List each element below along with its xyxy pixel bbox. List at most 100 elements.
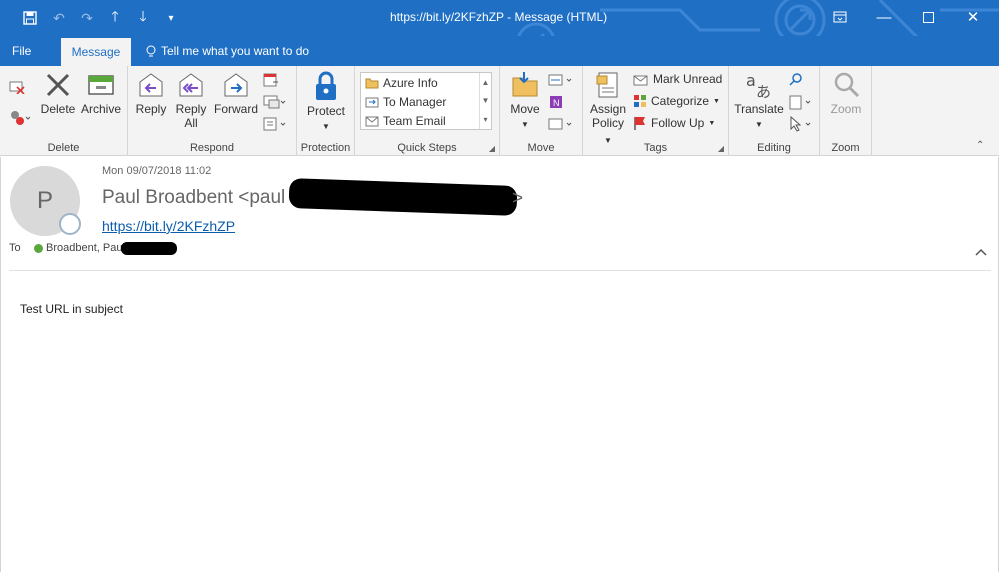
message-body: Test URL in subject: [20, 302, 123, 316]
group-label-protection: Protection: [300, 142, 351, 154]
save-icon[interactable]: [20, 9, 40, 27]
policy-icon: [596, 72, 618, 98]
close-button[interactable]: ✕: [955, 4, 991, 30]
zoom-icon: [834, 72, 860, 98]
rules-icon[interactable]: [548, 72, 574, 88]
follow-up-button[interactable]: Follow Up ▼: [633, 116, 715, 130]
recipient-name: Broadbent, Paul: [46, 242, 125, 254]
reply-all-label-1: Reply: [175, 102, 207, 116]
assign-policy-button[interactable]: Assign Policy ▼: [587, 70, 629, 148]
categorize-icon: [634, 95, 646, 107]
onenote-icon[interactable]: N: [548, 94, 564, 110]
more-icon[interactable]: ▾: [483, 115, 487, 124]
archive-button[interactable]: Archive: [80, 70, 122, 116]
translate-button[interactable]: aあ Translate ▼: [733, 70, 785, 132]
move-folder-icon: [512, 72, 538, 97]
lightbulb-icon: [146, 45, 156, 56]
ignore-icon[interactable]: [8, 78, 26, 94]
select-icon[interactable]: [789, 116, 813, 132]
delete-label: Delete: [40, 102, 76, 116]
more-respond-icon[interactable]: [263, 116, 287, 132]
quick-steps-scroll[interactable]: ▲ ▼ ▾: [479, 73, 491, 129]
protect-dropdown-icon: ▼: [322, 122, 330, 131]
mark-unread-label: Mark Unread: [653, 72, 723, 86]
move-dropdown-icon: ▼: [521, 120, 529, 129]
delete-icon: [46, 73, 70, 97]
maximize-button[interactable]: [910, 4, 946, 30]
related-icon[interactable]: [789, 94, 813, 110]
categorize-button[interactable]: Categorize ▼: [633, 94, 720, 108]
presence-status-icon: [59, 213, 81, 235]
quick-step-team-email[interactable]: Team Email: [361, 111, 491, 130]
mark-unread-icon: [633, 75, 648, 86]
tell-me-search[interactable]: Tell me what you want to do: [146, 44, 309, 58]
cleanup-icon[interactable]: [8, 110, 30, 126]
tab-message[interactable]: Message: [61, 38, 131, 66]
collapse-ribbon-icon[interactable]: ⌃: [976, 140, 984, 151]
to-label: To: [9, 242, 21, 254]
protect-button[interactable]: Protect ▼: [303, 70, 349, 134]
zoom-button[interactable]: Zoom: [824, 70, 868, 116]
svg-text:N: N: [553, 98, 560, 108]
scroll-up-icon[interactable]: ▲: [482, 78, 490, 87]
presence-available-icon: [34, 243, 43, 253]
group-editing: aあ Translate ▼ Editing: [729, 66, 820, 156]
tab-file[interactable]: File: [12, 44, 31, 58]
forward-button[interactable]: Forward: [212, 70, 260, 116]
quick-step-label: Team Email: [383, 113, 446, 128]
sender-name[interactable]: Paul Broadbent <paul: [102, 187, 285, 209]
window-title: https://bit.ly/2KFzhZP - Message (HTML): [390, 10, 608, 24]
header-divider: [9, 270, 991, 271]
actions-icon[interactable]: [548, 116, 574, 132]
delete-button[interactable]: Delete: [40, 70, 76, 116]
minimize-button[interactable]: —: [866, 4, 902, 30]
im-icon[interactable]: [263, 94, 287, 110]
message-reading-pane: P Mon 09/07/2018 11:02 Paul Broadbent <p…: [0, 157, 999, 572]
title-bar: ↶ ↷ 🡑 🡓 ▾ https://bit.ly/2KFzhZP - Messa…: [0, 0, 999, 36]
undo-icon[interactable]: ↶: [49, 9, 69, 27]
move-label: Move: [510, 102, 540, 116]
scroll-down-icon[interactable]: ▼: [482, 96, 490, 105]
lock-icon: [316, 71, 336, 100]
forward-icon: [224, 73, 248, 97]
subject-link[interactable]: https://bit.ly/2KFzhZP: [102, 218, 235, 234]
group-tags: Assign Policy ▼ Mark Unread Categorize ▼ …: [583, 66, 729, 156]
group-label-quick-steps: Quick Steps: [397, 142, 457, 154]
translate-dropdown-icon: ▼: [755, 120, 763, 129]
protect-label: Protect: [306, 104, 345, 118]
mark-unread-button[interactable]: Mark Unread: [633, 72, 722, 86]
redo-icon[interactable]: ↷: [77, 9, 97, 27]
categorize-label: Categorize: [651, 94, 710, 108]
quick-step-label: To Manager: [383, 94, 447, 109]
assign-label-1: Assign: [589, 102, 627, 116]
svg-text:a: a: [746, 71, 756, 90]
redaction-mark: [121, 242, 177, 255]
redaction-mark: [288, 178, 518, 216]
collapse-header-icon[interactable]: [975, 245, 987, 259]
recipient[interactable]: Broadbent, Paul: [34, 242, 125, 254]
avatar-initial: P: [36, 187, 53, 214]
translate-label: Translate: [734, 102, 784, 116]
group-delete: Delete Archive Delete: [0, 66, 128, 156]
ribbon-display-options-icon[interactable]: [822, 4, 858, 30]
reply-all-label-2: All: [184, 116, 198, 130]
group-move: Move ▼ N Move: [500, 66, 583, 156]
menu-bar: File Message Tell me what you want to do: [0, 36, 999, 66]
meeting-icon[interactable]: [263, 72, 279, 88]
forward-mail-icon: [365, 97, 379, 107]
sender-end: >: [512, 188, 524, 209]
next-item-icon[interactable]: 🡓: [133, 8, 153, 27]
find-icon[interactable]: [789, 72, 803, 86]
group-label-delete: Delete: [47, 142, 80, 154]
follow-up-dropdown-icon: ▼: [708, 119, 716, 127]
message-date: Mon 09/07/2018 11:02: [102, 165, 212, 177]
quick-step-to-manager[interactable]: To Manager: [361, 92, 491, 111]
previous-item-icon[interactable]: 🡑: [105, 8, 125, 27]
reply-all-button[interactable]: Reply All: [172, 70, 210, 130]
reply-button[interactable]: Reply: [134, 70, 168, 116]
move-button[interactable]: Move ▼: [506, 70, 544, 132]
customize-toolbar-icon[interactable]: ▾: [161, 9, 181, 27]
quick-step-azure-info[interactable]: Azure Info: [361, 73, 491, 92]
categorize-dropdown-icon: ▼: [713, 97, 720, 105]
zoom-label: Zoom: [830, 102, 862, 116]
